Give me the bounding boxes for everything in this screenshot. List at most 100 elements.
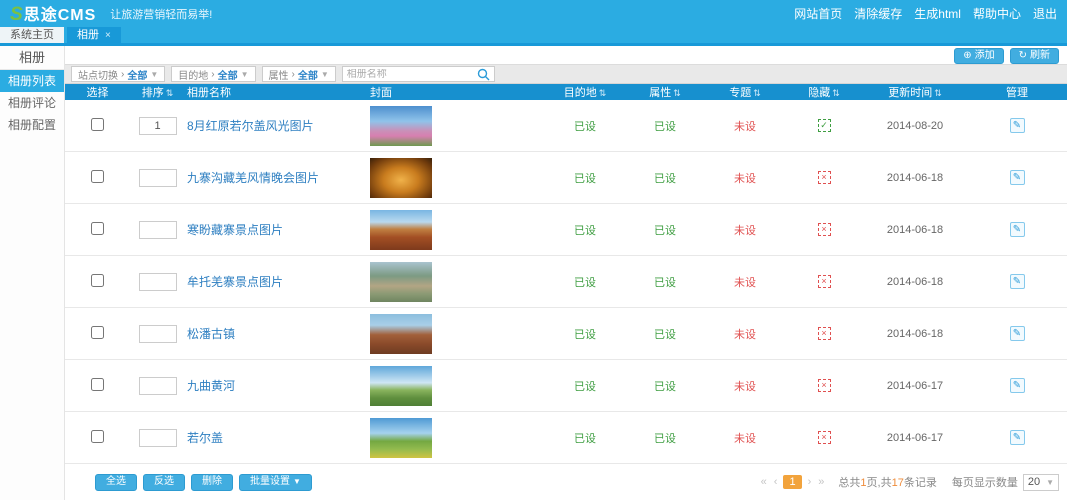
column-select: 选择: [65, 84, 130, 100]
sort-order-input[interactable]: [139, 221, 177, 239]
select-all-button[interactable]: 全选: [95, 474, 137, 491]
album-name-link[interactable]: 若尔盖: [187, 431, 223, 445]
column-update-time[interactable]: 更新时间⇅: [863, 84, 967, 100]
album-name-link[interactable]: 九寨沟藏羌风情晚会图片: [187, 171, 319, 185]
row-checkbox[interactable]: [91, 222, 104, 235]
sidebar-item-album-config[interactable]: 相册配置: [0, 114, 64, 136]
album-cover-image[interactable]: [370, 158, 432, 198]
row-checkbox[interactable]: [91, 430, 104, 443]
filter-destination-label: 目的地: [178, 67, 208, 82]
album-name-link[interactable]: 松潘古镇: [187, 327, 235, 341]
batch-settings-button[interactable]: 批量设置▼: [239, 474, 312, 491]
table-body: 8月红原若尔盖风光图片 已设 已设 未设 ✓ 2014-08-20 ✎ 九寨沟藏…: [65, 100, 1067, 464]
nav-generate-html[interactable]: 生成html: [914, 5, 961, 22]
nav-clear-cache[interactable]: 清除缓存: [854, 5, 902, 22]
sort-arrows-icon: ⇅: [832, 88, 840, 98]
column-destination[interactable]: 目的地⇅: [545, 84, 625, 100]
app-logo[interactable]: S 思途CMS: [10, 1, 96, 26]
edit-icon[interactable]: ✎: [1010, 222, 1025, 237]
edit-icon[interactable]: ✎: [1010, 430, 1025, 445]
filter-site-switch[interactable]: 站点切换›全部▼: [71, 66, 165, 82]
album-cover-image[interactable]: [370, 106, 432, 146]
row-checkbox[interactable]: [91, 326, 104, 339]
column-hidden[interactable]: 隐藏⇅: [785, 84, 863, 100]
chevron-down-icon: ▼: [321, 70, 329, 79]
hidden-toggle-icon[interactable]: ×: [818, 275, 831, 288]
row-checkbox[interactable]: [91, 274, 104, 287]
album-name-link[interactable]: 九曲黄河: [187, 379, 235, 393]
topic-status: 未设: [705, 326, 785, 342]
search-input[interactable]: [347, 69, 477, 80]
row-checkbox[interactable]: [91, 170, 104, 183]
hidden-toggle-icon[interactable]: ✓: [818, 119, 831, 132]
column-manage: 管理: [967, 84, 1067, 100]
per-page-select[interactable]: 20▼: [1023, 474, 1059, 491]
delete-button[interactable]: 删除: [191, 474, 233, 491]
tab-album[interactable]: 相册×: [67, 27, 121, 43]
edit-icon[interactable]: ✎: [1010, 118, 1025, 133]
sort-order-input[interactable]: [139, 273, 177, 291]
row-checkbox[interactable]: [91, 118, 104, 131]
sidebar-item-album-comments[interactable]: 相册评论: [0, 92, 64, 114]
sort-arrows-icon: ⇅: [166, 88, 174, 98]
album-cover-image[interactable]: [370, 314, 432, 354]
album-name-link[interactable]: 牟托羌寨景点图片: [187, 275, 283, 289]
topic-status: 未设: [705, 274, 785, 290]
attribute-status: 已设: [625, 274, 705, 290]
first-page-icon[interactable]: «: [760, 476, 768, 488]
sort-order-input[interactable]: [139, 117, 177, 135]
refresh-button-label: 刷新: [1030, 49, 1050, 63]
edit-icon[interactable]: ✎: [1010, 274, 1025, 289]
last-page-icon[interactable]: »: [817, 476, 825, 488]
nav-help-center[interactable]: 帮助中心: [973, 5, 1021, 22]
table-row: 若尔盖 已设 已设 未设 × 2014-06-17 ✎: [65, 412, 1067, 464]
sort-order-input[interactable]: [139, 429, 177, 447]
column-topic[interactable]: 专题⇅: [705, 84, 785, 100]
edit-icon[interactable]: ✎: [1010, 326, 1025, 341]
column-attribute[interactable]: 属性⇅: [625, 84, 705, 100]
hidden-toggle-icon[interactable]: ×: [818, 431, 831, 444]
tab-strip: 系统主页 相册×: [0, 27, 1067, 43]
add-button[interactable]: ⊕添加: [954, 48, 1003, 64]
table-row: 九曲黄河 已设 已设 未设 × 2014-06-17 ✎: [65, 360, 1067, 412]
nav-site-home[interactable]: 网站首页: [794, 5, 842, 22]
album-cover-image[interactable]: [370, 366, 432, 406]
destination-status: 已设: [545, 430, 625, 446]
search-icon[interactable]: [477, 68, 490, 81]
refresh-icon: ↻: [1019, 49, 1027, 63]
hidden-toggle-icon[interactable]: ×: [818, 379, 831, 392]
update-time: 2014-06-18: [863, 224, 967, 236]
tab-system-home[interactable]: 系统主页: [0, 27, 64, 43]
row-checkbox[interactable]: [91, 378, 104, 391]
prev-page-icon[interactable]: ‹: [773, 476, 779, 488]
sort-order-input[interactable]: [139, 377, 177, 395]
album-cover-image[interactable]: [370, 210, 432, 250]
album-name-link[interactable]: 8月红原若尔盖风光图片: [187, 119, 314, 133]
album-cover-image[interactable]: [370, 418, 432, 458]
filter-attribute[interactable]: 属性›全部▼: [262, 66, 336, 82]
nav-logout[interactable]: 退出: [1033, 5, 1057, 22]
destination-status: 已设: [545, 222, 625, 238]
album-cover-image[interactable]: [370, 262, 432, 302]
hidden-toggle-icon[interactable]: ×: [818, 327, 831, 340]
current-page-button[interactable]: 1: [783, 475, 801, 489]
hidden-toggle-icon[interactable]: ×: [818, 171, 831, 184]
sort-order-input[interactable]: [139, 169, 177, 187]
filter-site-label: 站点切换: [78, 67, 118, 82]
tab-close-icon[interactable]: ×: [105, 30, 111, 41]
filter-destination[interactable]: 目的地›全部▼: [171, 66, 255, 82]
invert-selection-button[interactable]: 反选: [143, 474, 185, 491]
edit-icon[interactable]: ✎: [1010, 170, 1025, 185]
record-count: 17: [892, 477, 904, 489]
album-name-link[interactable]: 寒盼藏寨景点图片: [187, 223, 283, 237]
sidebar-item-album-list[interactable]: 相册列表: [0, 70, 64, 92]
refresh-button[interactable]: ↻刷新: [1010, 48, 1059, 64]
tagline: 让旅游营销轻而易举!: [110, 6, 212, 22]
edit-icon[interactable]: ✎: [1010, 378, 1025, 393]
sort-arrows-icon: ⇅: [753, 88, 761, 98]
hidden-toggle-icon[interactable]: ×: [818, 223, 831, 236]
next-page-icon[interactable]: ›: [807, 476, 813, 488]
chevron-down-icon: ▼: [1046, 478, 1054, 487]
sort-order-input[interactable]: [139, 325, 177, 343]
column-sort[interactable]: 排序⇅: [130, 84, 185, 100]
